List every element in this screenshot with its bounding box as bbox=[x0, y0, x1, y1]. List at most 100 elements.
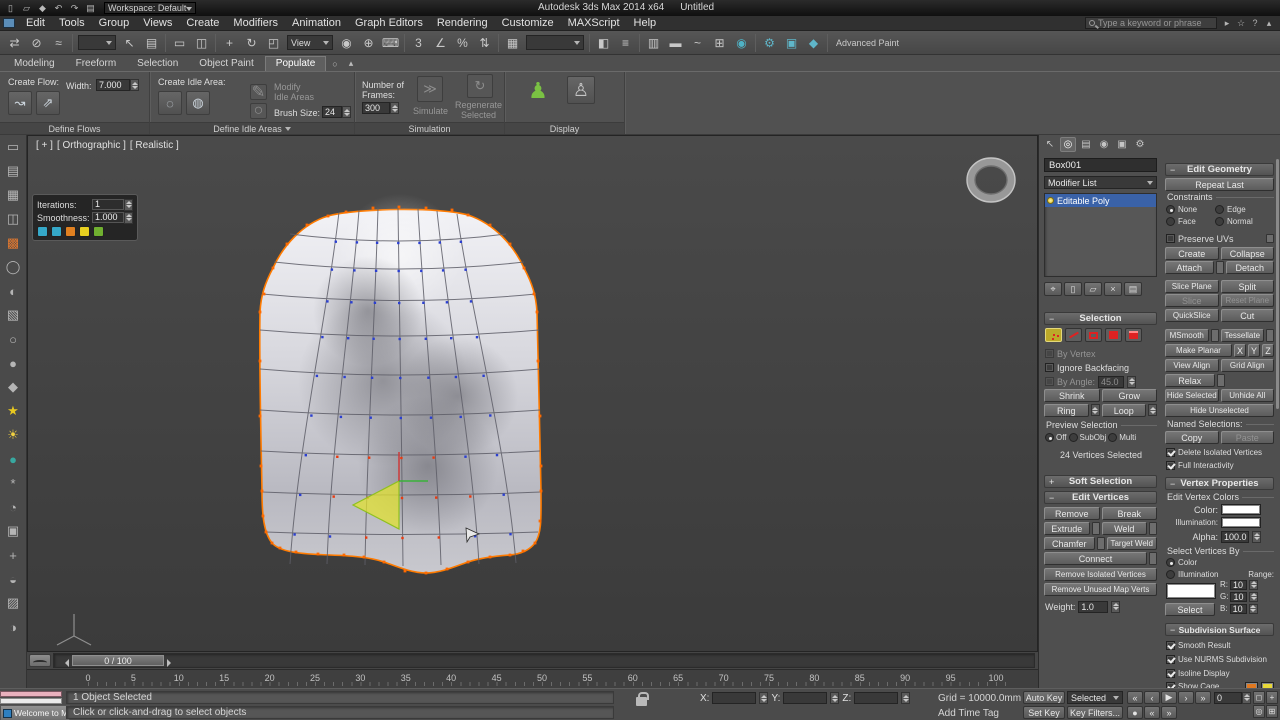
by-angle-checkbox[interactable] bbox=[1045, 377, 1054, 386]
break-button[interactable]: Break bbox=[1102, 507, 1158, 520]
menu-graph-editors[interactable]: Graph Editors bbox=[348, 16, 430, 30]
reset-plane-button[interactable]: Reset Plane bbox=[1221, 294, 1275, 307]
brush-size-field[interactable]: 24 bbox=[322, 106, 342, 118]
tool-rectangle-icon[interactable]: ▭ bbox=[0, 135, 26, 159]
keyboard-shortcut-override-icon[interactable]: ⌨ bbox=[380, 33, 401, 53]
command-tab-motion-icon[interactable]: ◉ bbox=[1096, 137, 1112, 152]
split-button[interactable]: Split bbox=[1221, 280, 1275, 293]
z-spinner[interactable] bbox=[901, 692, 910, 704]
orbit-view-icon[interactable]: ◎ bbox=[1253, 705, 1265, 718]
render-production-icon[interactable]: ◆ bbox=[803, 33, 824, 53]
set-key-button[interactable]: Set Key bbox=[1023, 706, 1065, 719]
tessellate-settings-icon[interactable] bbox=[1266, 329, 1274, 342]
track-bar[interactable]: 0510152025303540455055606570758085909510… bbox=[27, 669, 1038, 688]
chamfer-settings-icon[interactable] bbox=[1097, 537, 1105, 550]
menu-create[interactable]: Create bbox=[179, 16, 226, 30]
redo-icon[interactable]: ↷ bbox=[67, 2, 82, 15]
welcome-window-titlebar[interactable]: Welcome to M bbox=[0, 705, 70, 720]
preview-multi-radio[interactable] bbox=[1108, 433, 1117, 442]
next-frame-arrow-icon[interactable] bbox=[167, 659, 175, 667]
time-slider-handle[interactable]: 0 / 100 bbox=[72, 655, 164, 666]
tool-half-sphere-icon[interactable]: ◐ bbox=[0, 279, 26, 303]
subobject-element-button[interactable] bbox=[1125, 328, 1142, 342]
vertex-properties-rollout-header[interactable]: − Vertex Properties bbox=[1165, 477, 1274, 490]
panel-caption-define-flows[interactable]: Define Flows bbox=[0, 122, 149, 134]
modify-idle-remove-button[interactable]: ○ bbox=[250, 103, 267, 119]
by-angle-field[interactable]: 45.0 bbox=[1098, 376, 1124, 388]
tool-diamond-icon[interactable]: ◆ bbox=[0, 375, 26, 399]
caddy-help-icon[interactable] bbox=[93, 226, 104, 237]
select-and-rotate-icon[interactable]: ↻ bbox=[241, 33, 262, 53]
search-go-icon[interactable]: ▸ bbox=[1220, 17, 1234, 29]
ring-spinner[interactable] bbox=[1091, 404, 1100, 416]
tessellate-button[interactable]: Tessellate bbox=[1221, 329, 1265, 342]
menu-customize[interactable]: Customize bbox=[495, 16, 561, 30]
subdivision-surface-rollout-header[interactable]: − Subdivision Surface bbox=[1165, 623, 1274, 636]
select-by-color-swatch[interactable] bbox=[1166, 583, 1216, 599]
ribbon-config-icon[interactable]: ○ bbox=[328, 57, 342, 70]
extrude-settings-icon[interactable] bbox=[1092, 522, 1100, 535]
tool-list-icon[interactable]: ▤ bbox=[0, 159, 26, 183]
collapse-arrow-icon[interactable]: ▴ bbox=[1262, 17, 1276, 29]
next-frame-button[interactable]: › bbox=[1178, 691, 1194, 704]
ribbon-tab-object-paint[interactable]: Object Paint bbox=[189, 57, 263, 71]
bind-to-space-warp-icon[interactable]: ≈ bbox=[48, 33, 69, 53]
key-filters-button[interactable]: Key Filters... bbox=[1067, 706, 1123, 719]
make-unique-icon[interactable]: ▱ bbox=[1084, 282, 1102, 296]
planar-z-button[interactable]: Z bbox=[1262, 344, 1274, 357]
menu-views[interactable]: Views bbox=[136, 16, 179, 30]
stack-item-editable-poly[interactable]: Editable Poly bbox=[1045, 194, 1156, 207]
edit-vertices-rollout-header[interactable]: − Edit Vertices bbox=[1044, 491, 1157, 504]
number-of-frames-spinner[interactable] bbox=[390, 102, 399, 114]
previous-frame-arrow-icon[interactable] bbox=[61, 659, 69, 667]
menu-rendering[interactable]: Rendering bbox=[430, 16, 495, 30]
selection-rollout-header[interactable]: − Selection bbox=[1044, 312, 1157, 325]
tool-ellipse-icon[interactable]: ○ bbox=[0, 327, 26, 351]
preserve-uvs-checkbox[interactable] bbox=[1166, 234, 1175, 243]
chamfer-button[interactable]: Chamfer bbox=[1044, 537, 1095, 550]
view-align-button[interactable]: View Align bbox=[1165, 359, 1219, 372]
time-slider-track[interactable]: 0 / 100 bbox=[53, 653, 1035, 668]
graphite-ribbon-toggle-icon[interactable]: ▬ bbox=[665, 33, 686, 53]
subobject-vertex-button[interactable] bbox=[1045, 328, 1062, 342]
preview-subobj-radio[interactable] bbox=[1069, 433, 1078, 442]
attach-list-icon[interactable] bbox=[1216, 261, 1224, 274]
tool-dark-sphere-icon[interactable]: ◒ bbox=[0, 567, 26, 591]
tool-asterisk-icon[interactable]: * bbox=[0, 471, 26, 495]
command-tab-utilities-icon[interactable]: ⚙ bbox=[1132, 137, 1148, 152]
new-scene-icon[interactable]: ▯ bbox=[3, 2, 18, 15]
edit-geometry-rollout-header[interactable]: − Edit Geometry bbox=[1165, 163, 1274, 176]
display-mode-button[interactable]: ♙ bbox=[567, 76, 595, 104]
constraint-none-radio[interactable] bbox=[1166, 205, 1175, 214]
tool-sun-icon[interactable]: ☀ bbox=[0, 423, 26, 447]
percent-snap-toggle-icon[interactable]: % bbox=[452, 33, 473, 53]
smoothness-field[interactable]: 1.000 bbox=[92, 212, 124, 223]
tool-grid-icon[interactable]: ▦ bbox=[0, 183, 26, 207]
flow-width-spinner[interactable] bbox=[130, 79, 139, 91]
visibility-bulb-icon[interactable] bbox=[1047, 197, 1054, 204]
modifier-stack[interactable]: Editable Poly bbox=[1044, 193, 1157, 277]
modifier-list-dropdown[interactable]: Modifier List bbox=[1044, 176, 1157, 189]
weld-button[interactable]: Weld bbox=[1102, 522, 1148, 535]
show-end-result-icon[interactable]: ▯ bbox=[1064, 282, 1082, 296]
go-to-end-button[interactable]: » bbox=[1195, 691, 1211, 704]
app-icon[interactable] bbox=[3, 18, 15, 28]
x-spinner[interactable] bbox=[759, 692, 768, 704]
y-coordinate-field[interactable] bbox=[783, 692, 827, 704]
paste-button[interactable]: Paste bbox=[1221, 431, 1275, 444]
iterations-spinner[interactable] bbox=[124, 199, 133, 211]
configure-modifier-sets-icon[interactable]: ▤ bbox=[1124, 282, 1142, 296]
undo-icon[interactable]: ↶ bbox=[51, 2, 66, 15]
pan-view-icon[interactable]: + bbox=[1266, 691, 1278, 704]
ribbon-tab-modeling[interactable]: Modeling bbox=[4, 57, 65, 71]
quickslice-button[interactable]: QuickSlice bbox=[1165, 309, 1219, 322]
cut-button[interactable]: Cut bbox=[1221, 309, 1275, 322]
command-tab-display-icon[interactable]: ▣ bbox=[1114, 137, 1130, 152]
open-scene-icon[interactable]: ▱ bbox=[19, 2, 34, 15]
menu-modifiers[interactable]: Modifiers bbox=[226, 16, 285, 30]
angle-snap-toggle-icon[interactable]: ∠ bbox=[430, 33, 451, 53]
use-pivot-point-center-icon[interactable]: ◉ bbox=[336, 33, 357, 53]
slice-button[interactable]: Slice bbox=[1165, 294, 1219, 307]
ribbon-minimize-icon[interactable]: ▴ bbox=[344, 57, 358, 70]
alpha-field[interactable]: 100.0 bbox=[1221, 531, 1249, 543]
